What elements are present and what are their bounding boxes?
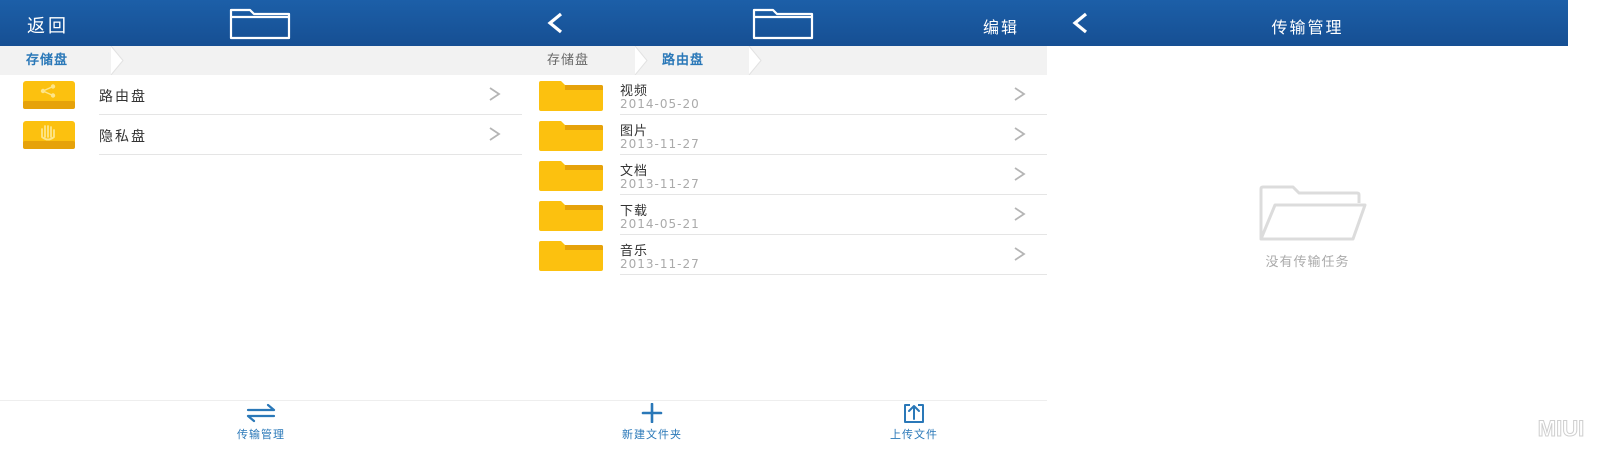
breadcrumb-storage[interactable]: 存储盘 — [547, 46, 589, 75]
folder-icon — [539, 161, 603, 191]
breadcrumb-router-drive[interactable]: 路由盘 — [662, 46, 704, 75]
transfer-manage-label: 传输管理 — [237, 428, 285, 441]
router-drive-panel: 编辑 存储盘 路由盘 视频 2014-05-20 图片 2013-11-27 文… — [522, 0, 1047, 450]
folder-row[interactable]: 视频 2014-05-20 — [522, 75, 1047, 115]
row-divider — [99, 154, 522, 155]
folder-icon — [539, 201, 603, 231]
plus-icon — [641, 403, 663, 423]
storage-panel: 返回 存储盘 路由盘 隐私盘 传输管理 — [0, 0, 522, 450]
empty-state-text: 没有传输任务 — [1265, 255, 1350, 270]
drive-label: 路由盘 — [99, 89, 147, 105]
drive-label: 隐私盘 — [99, 129, 147, 145]
chevron-right-icon — [489, 87, 501, 101]
top-bar: 编辑 — [522, 0, 1047, 46]
empty-folder-icon — [1259, 185, 1367, 241]
folder-icon — [539, 81, 603, 111]
top-bar: 返回 — [0, 0, 522, 46]
folder-date: 2013-11-27 — [620, 257, 700, 271]
upload-file-button[interactable]: 上传文件 — [854, 403, 974, 442]
breadcrumb-separator-icon — [748, 46, 762, 75]
transfer-arrows-icon — [246, 403, 276, 423]
folder-date: 2014-05-20 — [620, 97, 700, 111]
drive-row-private[interactable]: 隐私盘 — [0, 115, 522, 155]
folder-row[interactable]: 文档 2013-11-27 — [522, 155, 1047, 195]
folder-row[interactable]: 下载 2014-05-21 — [522, 195, 1047, 235]
breadcrumb-separator-icon — [634, 46, 648, 75]
transfer-manage-panel: 传输管理 没有传输任务 — [1047, 0, 1568, 450]
breadcrumb: 存储盘 路由盘 — [522, 46, 1047, 75]
chevron-right-icon — [1014, 167, 1026, 181]
upload-icon — [904, 404, 924, 423]
chevron-right-icon — [1014, 207, 1026, 221]
drive-row-router[interactable]: 路由盘 — [0, 75, 522, 115]
new-folder-label: 新建文件夹 — [622, 428, 682, 441]
row-divider — [620, 274, 1047, 275]
folder-row[interactable]: 图片 2013-11-27 — [522, 115, 1047, 155]
folder-outline-icon — [229, 8, 291, 40]
new-folder-button[interactable]: 新建文件夹 — [592, 403, 712, 442]
folder-icon — [539, 241, 603, 271]
back-arrow-icon[interactable] — [544, 11, 568, 35]
upload-file-label: 上传文件 — [890, 428, 938, 441]
folder-date: 2013-11-27 — [620, 137, 700, 151]
hand-drive-icon — [23, 121, 75, 149]
back-button[interactable]: 返回 — [27, 12, 69, 38]
share-drive-icon — [23, 81, 75, 109]
breadcrumb-separator-icon — [110, 46, 124, 75]
chevron-right-icon — [1014, 127, 1026, 141]
watermark-text: MIUI — [1538, 416, 1584, 441]
folder-date: 2013-11-27 — [620, 177, 700, 191]
folder-row[interactable]: 音乐 2013-11-27 — [522, 235, 1047, 275]
chevron-right-icon — [1014, 87, 1026, 101]
miui-watermark-logo: MIUI — [1537, 416, 1584, 442]
chevron-right-icon — [1014, 247, 1026, 261]
bottom-toolbar: 新建文件夹 上传文件 — [522, 400, 1047, 450]
edit-button[interactable]: 编辑 — [983, 14, 1019, 38]
transfer-manage-button[interactable]: 传输管理 — [201, 403, 321, 442]
folder-icon — [539, 121, 603, 151]
breadcrumb: 存储盘 — [0, 46, 522, 75]
folder-date: 2014-05-21 — [620, 217, 700, 231]
folder-outline-icon — [752, 8, 814, 40]
page-title: 传输管理 — [1271, 18, 1344, 37]
breadcrumb-storage[interactable]: 存储盘 — [26, 46, 68, 75]
top-bar: 传输管理 — [1047, 0, 1568, 46]
bottom-toolbar: 传输管理 — [0, 400, 522, 450]
chevron-right-icon — [489, 127, 501, 141]
